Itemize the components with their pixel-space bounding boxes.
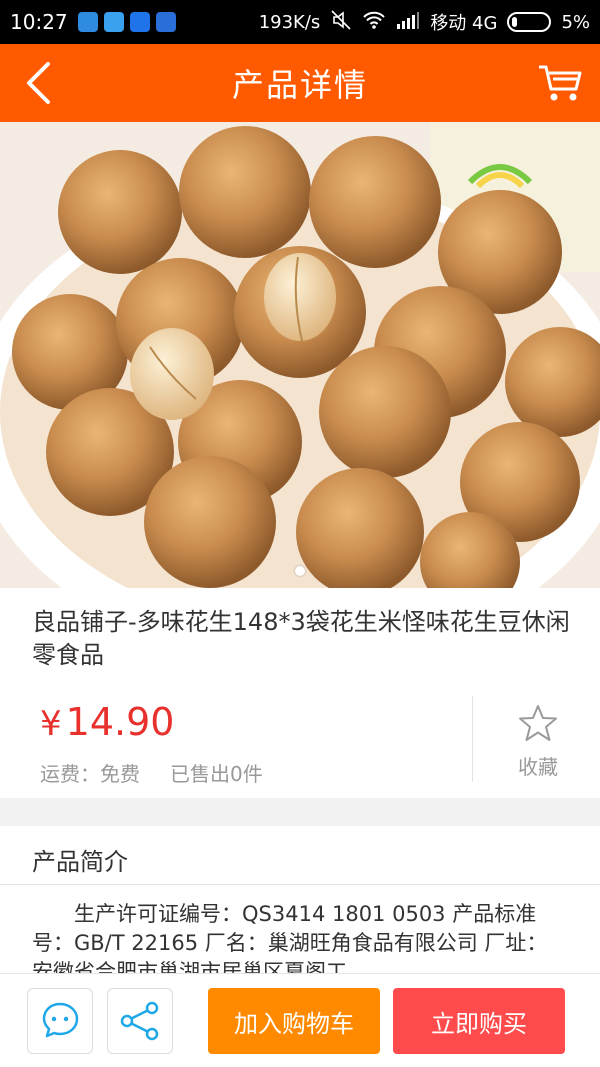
product-title: 良品铺子-多味花生148*3袋花生米怪味花生豆休闲零食品 (32, 608, 570, 669)
product-meta: 运费：免费 已售出0件 (40, 758, 263, 787)
notification-app-icon (129, 12, 150, 32)
wifi-icon (362, 10, 386, 35)
bottom-action-bar: 加入购物车 立即购买 (0, 973, 600, 1067)
back-button[interactable] (8, 52, 68, 114)
notification-app-icon (77, 12, 98, 32)
network-speed: 193K/s (258, 11, 321, 33)
notification-app-icon (103, 12, 124, 32)
product-intro: 产品简介 生产许可证编号：QS3414 1801 0503 产品标准号：GB/T… (0, 826, 600, 976)
divider (472, 696, 473, 782)
price-value: 14.90 (65, 700, 175, 744)
star-icon (519, 704, 557, 741)
app-header: 产品详情 (0, 44, 600, 122)
add-to-cart-button[interactable]: 加入购物车 (208, 988, 380, 1054)
shipping-info: 运费：免费 (40, 762, 140, 786)
product-info: 良品铺子-多味花生148*3袋花生米怪味花生豆休闲零食品 ¥14.90 运费：免… (0, 588, 600, 798)
intro-text: 生产许可证编号：QS3414 1801 0503 产品标准号：GB/T 2216… (32, 902, 548, 976)
carrier-label: 移动 4G (430, 13, 498, 34)
cart-icon (539, 65, 582, 101)
intro-title: 产品简介 (32, 848, 128, 876)
product-image-carousel[interactable] (0, 122, 600, 588)
carousel-indicator (0, 566, 600, 576)
product-price: ¥14.90 (40, 700, 174, 744)
favorite-button[interactable]: 收藏 (478, 698, 598, 784)
carousel-dot[interactable] (295, 566, 305, 576)
share-button[interactable] (107, 988, 173, 1054)
divider (0, 884, 600, 885)
favorite-label: 收藏 (518, 754, 558, 779)
share-icon (120, 1001, 159, 1041)
cart-button[interactable] (530, 52, 590, 114)
battery-icon (507, 12, 552, 32)
chevron-left-icon (27, 62, 50, 104)
signal-icon (396, 10, 420, 35)
sold-count: 已售出0件 (170, 762, 263, 786)
product-photo (0, 122, 600, 588)
chat-button[interactable] (27, 988, 93, 1054)
status-bar: 10:27 193K/s 移动 4G 5% (0, 0, 600, 44)
buy-now-button[interactable]: 立即购买 (393, 988, 565, 1054)
status-time: 10:27 (10, 10, 68, 34)
notification-app-icon (155, 12, 176, 32)
chat-icon (42, 1002, 79, 1038)
battery-percent: 5% (561, 11, 590, 33)
page-title: 产品详情 (231, 66, 368, 104)
mute-icon (330, 9, 352, 36)
currency-symbol: ¥ (40, 704, 62, 744)
